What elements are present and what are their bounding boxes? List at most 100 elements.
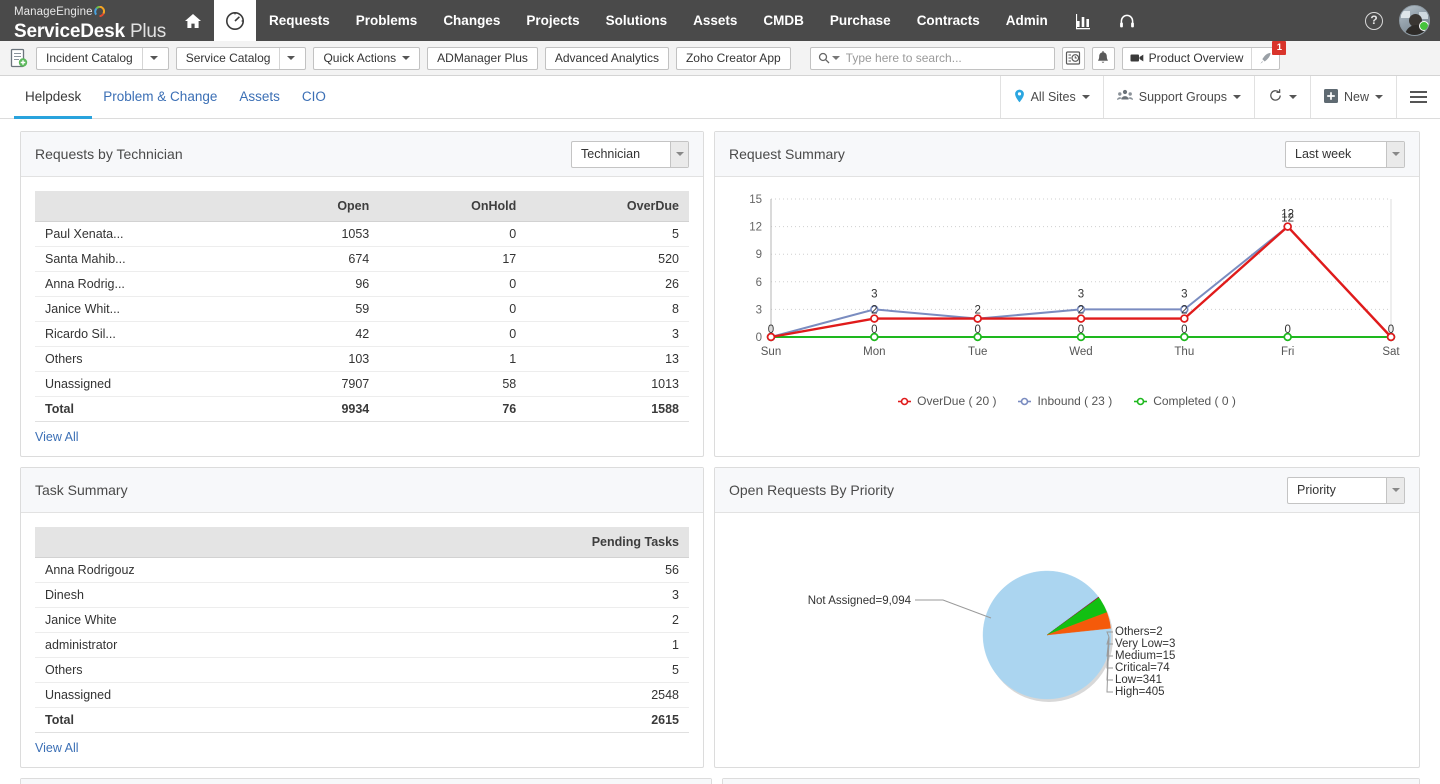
svg-text:Critical=74: Critical=74 (1115, 662, 1170, 674)
request-summary-line-chart[interactable]: 03691215SunMonTueWedThuFriSat00000002222… (729, 187, 1405, 387)
svg-text:Very Low=3: Very Low=3 (1115, 638, 1175, 650)
new-request-icon[interactable] (8, 48, 29, 69)
legend-item-inbound[interactable]: Inbound ( 23 ) (1018, 394, 1112, 408)
table-row[interactable]: Ricardo Sil... 42 0 3 (35, 322, 689, 347)
help-icon[interactable]: ? (1365, 12, 1383, 30)
dashboard-gauge-icon[interactable] (214, 0, 256, 41)
all-sites-selector[interactable]: All Sites (1000, 76, 1103, 118)
app-logo[interactable]: ManageEngine ServiceDesk Plus (0, 0, 172, 41)
nav-label: Problems (356, 13, 418, 28)
legend-label: OverDue ( 20 ) (917, 394, 996, 408)
cell-pending: 3 (366, 583, 689, 608)
dashboard-content: Requests by Technician Technician Open O… (0, 119, 1440, 784)
task-summary-table: Pending Tasks Anna Rodrigouz 56 Dinesh 3… (35, 527, 689, 733)
svg-text:0: 0 (768, 324, 774, 336)
online-status-dot (1419, 21, 1429, 31)
brand-product-suffix: Plus (130, 21, 166, 42)
refresh-selector[interactable] (1254, 76, 1310, 118)
recent-items-icon[interactable] (1062, 47, 1085, 70)
nav-item-solutions[interactable]: Solutions (593, 0, 681, 41)
nav-label: Solutions (606, 13, 668, 28)
priority-filter-select[interactable]: Priority (1287, 477, 1405, 504)
table-header: Pending Tasks (35, 527, 689, 558)
table-row[interactable]: Others 5 (35, 658, 689, 683)
tab-assets[interactable]: Assets (228, 76, 291, 119)
table-row[interactable]: Santa Mahib... 674 17 520 (35, 247, 689, 272)
search-input[interactable] (846, 51, 1047, 65)
table-row[interactable]: administrator 1 (35, 633, 689, 658)
view-all-link[interactable]: View All (35, 430, 79, 444)
bell-icon[interactable] (1092, 47, 1115, 70)
cell-overdue: 1013 (526, 372, 689, 397)
home-icon[interactable] (172, 0, 214, 41)
svg-text:0: 0 (1181, 324, 1187, 336)
table-row[interactable]: Unassigned 2548 (35, 683, 689, 708)
table-row[interactable]: Anna Rodrigouz 56 (35, 558, 689, 583)
nav-label: Purchase (830, 13, 891, 28)
service-catalog-button[interactable]: Service Catalog (176, 47, 307, 70)
legend-item-completed[interactable]: Completed ( 0 ) (1134, 394, 1236, 408)
nav-item-contracts[interactable]: Contracts (904, 0, 993, 41)
table-row[interactable]: Unassigned 7907 58 1013 (35, 372, 689, 397)
headset-icon[interactable] (1105, 0, 1149, 41)
nav-label: Changes (443, 13, 500, 28)
open-requests-pie-chart[interactable]: Not Assigned=9,094Others=2Very Low=3Medi… (715, 523, 1419, 763)
tab-helpdesk[interactable]: Helpdesk (14, 76, 92, 119)
hamburger-menu-icon[interactable] (1396, 76, 1440, 118)
period-filter-select[interactable]: Last week (1285, 141, 1405, 168)
nav-item-cmdb[interactable]: CMDB (750, 0, 817, 41)
cell-onhold: 17 (379, 247, 526, 272)
chevron-down-icon[interactable] (670, 142, 688, 167)
tab-cio[interactable]: CIO (291, 76, 337, 119)
quick-actions-label: Quick Actions (323, 51, 396, 65)
nav-item-requests[interactable]: Requests (256, 0, 343, 41)
panel-header: Request Summary Last week (715, 132, 1419, 177)
quick-actions-button[interactable]: Quick Actions (313, 47, 420, 70)
table-row[interactable]: Dinesh 3 (35, 583, 689, 608)
zoho-creator-app-button[interactable]: Zoho Creator App (676, 47, 791, 70)
cell-name: Janice Whit... (35, 297, 262, 322)
technician-filter-select[interactable]: Technician (571, 141, 689, 168)
avatar[interactable] (1399, 5, 1430, 36)
panel-header: Unassigned And Open Requests (723, 779, 1419, 784)
svg-text:Medium=15: Medium=15 (1115, 650, 1175, 662)
chevron-down-icon (1082, 95, 1090, 99)
nav-item-admin[interactable]: Admin (993, 0, 1061, 41)
support-groups-selector[interactable]: Support Groups (1103, 76, 1254, 118)
chevron-down-icon[interactable] (142, 48, 159, 69)
chevron-down-icon[interactable] (1386, 142, 1404, 167)
cell-name: Anna Rodrig... (35, 272, 262, 297)
nav-label: CMDB (763, 13, 804, 28)
chevron-down-icon[interactable] (279, 48, 296, 69)
tab-problem-and-change[interactable]: Problem & Change (92, 76, 228, 119)
view-all-link[interactable]: View All (35, 741, 79, 755)
legend-item-overdue[interactable]: OverDue ( 20 ) (898, 394, 996, 408)
table-row[interactable]: Anna Rodrig... 96 0 26 (35, 272, 689, 297)
nav-item-problems[interactable]: Problems (343, 0, 431, 41)
nav-item-purchase[interactable]: Purchase (817, 0, 904, 41)
search-box[interactable] (810, 47, 1055, 70)
admanager-plus-button[interactable]: ADManager Plus (427, 47, 538, 70)
advanced-analytics-button[interactable]: Advanced Analytics (545, 47, 669, 70)
chart-legend: OverDue ( 20 ) Inbound ( 23 ) Completed … (729, 394, 1405, 408)
nav-item-changes[interactable]: Changes (430, 0, 513, 41)
table-row[interactable]: Others 103 1 13 (35, 347, 689, 372)
cell-overdue: 520 (526, 247, 689, 272)
nav-item-projects[interactable]: Projects (513, 0, 592, 41)
chevron-down-icon[interactable] (1386, 478, 1404, 503)
period-filter-value: Last week (1295, 147, 1351, 161)
bar-chart-icon[interactable] (1061, 0, 1105, 41)
cell-onhold: 1 (379, 347, 526, 372)
product-overview-button[interactable]: Product Overview 1 (1122, 47, 1281, 70)
incident-catalog-button[interactable]: Incident Catalog (36, 47, 169, 70)
table-row[interactable]: Janice Whit... 59 0 8 (35, 297, 689, 322)
panel-open-requests-by-priority: Open Requests By Priority Priority Not A… (714, 467, 1420, 768)
table-row[interactable]: Janice White 2 (35, 608, 689, 633)
table-row[interactable]: Paul Xenata... 1053 0 5 (35, 222, 689, 247)
nav-item-assets[interactable]: Assets (680, 0, 750, 41)
col-technician (35, 191, 262, 222)
panel-header: Requests by Technician Technician (21, 132, 703, 177)
new-button[interactable]: New (1310, 76, 1396, 118)
top-navigation-bar: ManageEngine ServiceDesk Plus Requests P… (0, 0, 1440, 41)
search-icon[interactable] (818, 52, 840, 64)
